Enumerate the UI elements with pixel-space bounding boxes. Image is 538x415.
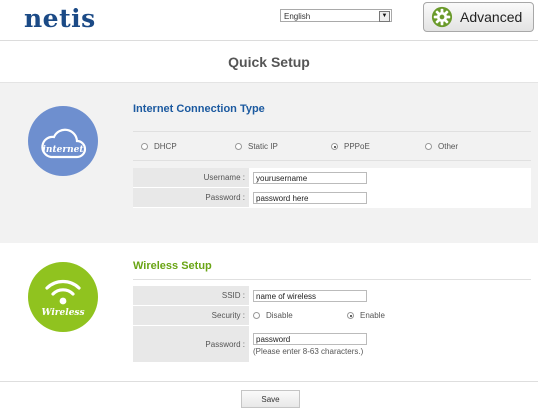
radio-label: DHCP	[154, 142, 177, 151]
password-row: Password : password here	[133, 188, 531, 208]
internet-icon: internet	[28, 106, 98, 176]
divider	[133, 131, 531, 132]
radio-button[interactable]	[141, 143, 148, 150]
internet-caption: internet	[42, 145, 84, 155]
radio-button-checked[interactable]	[347, 312, 354, 319]
internet-connection-title: Internet Connection Type	[133, 103, 265, 115]
radio-label: PPPoE	[344, 142, 370, 151]
wireless-password-row: Password : password (Please enter 8-63 c…	[133, 326, 531, 363]
header-divider	[0, 40, 538, 41]
cloud-icon	[41, 128, 87, 159]
radio-button[interactable]	[235, 143, 242, 150]
wireless-form: SSID : name of wireless Security : Disab…	[133, 286, 531, 363]
radio-label: Disable	[266, 311, 293, 320]
wireless-password-label: Password :	[133, 326, 249, 362]
wireless-setup-title: Wireless Setup	[133, 260, 212, 272]
radio-enable[interactable]: Enable	[347, 311, 385, 320]
password-label: Password :	[133, 188, 249, 207]
radio-pppoe[interactable]: PPPoE	[331, 142, 370, 151]
dropdown-arrow-icon: ▼	[379, 11, 390, 22]
radio-static-ip[interactable]: Static IP	[235, 142, 278, 151]
wireless-icon: Wireless	[28, 262, 98, 332]
divider	[133, 160, 531, 161]
advanced-button[interactable]: Advanced	[423, 2, 534, 32]
wireless-password-input[interactable]: password	[253, 332, 367, 345]
footer-divider	[0, 381, 538, 382]
gear-icon	[431, 6, 453, 28]
username-input[interactable]: yourusername	[253, 171, 367, 184]
radio-other[interactable]: Other	[425, 142, 458, 151]
radio-disable[interactable]: Disable	[253, 311, 347, 320]
security-row: Security : Disable Enable	[133, 306, 531, 326]
password-input[interactable]: password here	[253, 191, 367, 204]
username-label: Username :	[133, 168, 249, 187]
radio-button-checked[interactable]	[331, 143, 338, 150]
wireless-caption: Wireless	[41, 308, 85, 318]
username-row: Username : yourusername	[133, 168, 531, 188]
wifi-icon	[45, 280, 81, 305]
ssid-input[interactable]: name of wireless	[253, 289, 367, 302]
pppoe-form: Username : yourusername Password : passw…	[133, 168, 531, 208]
save-button[interactable]: Save	[241, 390, 300, 408]
ssid-row: SSID : name of wireless	[133, 286, 531, 306]
radio-button[interactable]	[253, 312, 260, 319]
radio-label: Enable	[360, 311, 385, 320]
radio-dhcp[interactable]: DHCP	[141, 142, 177, 151]
radio-button[interactable]	[425, 143, 432, 150]
radio-label: Static IP	[248, 142, 278, 151]
language-select[interactable]: English ▼	[280, 9, 392, 22]
password-hint: (Please enter 8-63 characters.)	[253, 346, 364, 356]
divider	[133, 279, 531, 280]
ssid-label: SSID :	[133, 286, 249, 305]
page-title: Quick Setup	[228, 54, 310, 70]
language-value: English	[284, 12, 311, 21]
advanced-label: Advanced	[460, 9, 523, 25]
netis-logo: netis	[24, 4, 96, 33]
security-label: Security :	[133, 306, 249, 325]
radio-label: Other	[438, 142, 459, 151]
